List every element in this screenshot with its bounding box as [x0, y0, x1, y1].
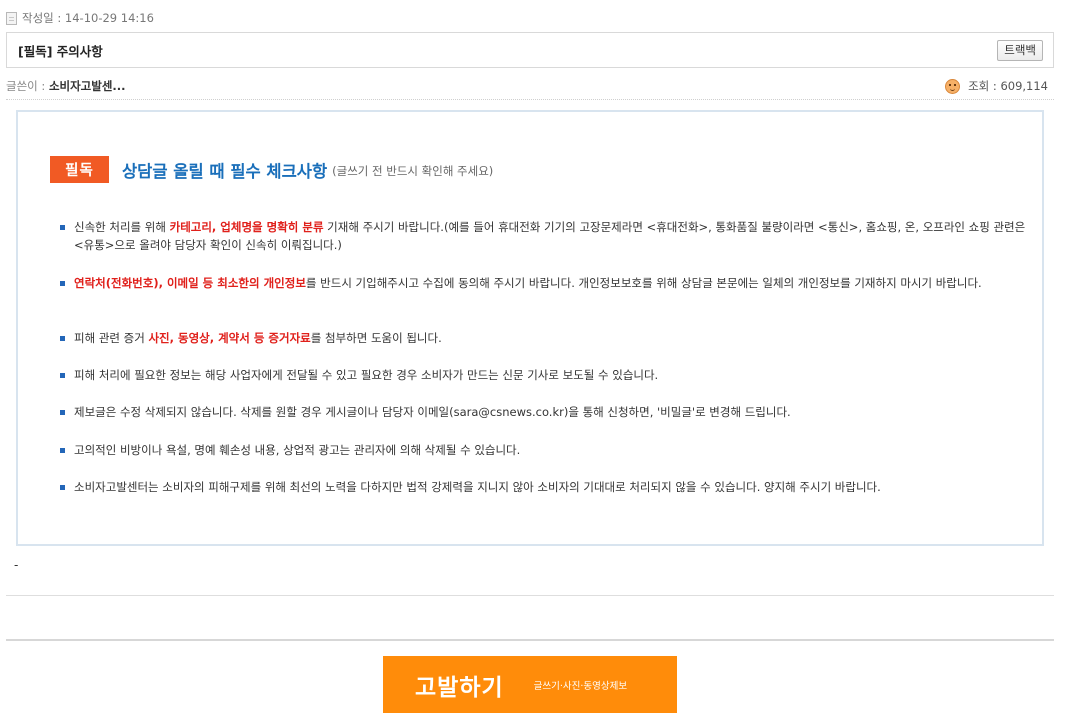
notice-rule: 연락처(전화번호), 이메일 등 최소한의 개인정보를 반드시 기입해주시고 수… [60, 274, 1032, 329]
notice-header: 필독 상담글 올릴 때 필수 체크사항 (글쓰기 전 반드시 확인해 주세요) [50, 156, 493, 183]
notice-rule: 고의적인 비방이나 욕설, 명예 훼손성 내용, 상업적 광고는 관리자에 의해… [60, 441, 1032, 478]
post-date: 작성일 : 14-10-29 14:16 [6, 9, 154, 27]
must-read-badge: 필독 [50, 156, 109, 183]
rule-text: 를 반드시 기입해주시고 수집에 동의해 주시기 바랍니다. 개인정보보호를 위… [305, 276, 982, 290]
bullet-square-icon [60, 410, 65, 415]
notice-title: 상담글 올릴 때 필수 체크사항 [122, 161, 328, 181]
bullet-square-icon [60, 373, 65, 378]
rule-highlight: 사진, 동영상, 계약서 등 증거자료 [148, 331, 311, 345]
rule-text: 신속한 처리를 위해 [74, 220, 170, 234]
notice-rule-list: 신속한 처리를 위해 카테고리, 업체명을 명확히 분류 기재해 주시기 바랍니… [60, 218, 1032, 498]
rule-text: 피해 관련 증거 [74, 331, 149, 345]
views-label: 조회 : 609,114 [968, 79, 1048, 93]
rule-text: 제보글은 수정 삭제되지 않습니다. 삭제를 원할 경우 게시글이나 담당자 이… [74, 405, 791, 419]
post-date-label: 작성일 : 14-10-29 14:16 [22, 11, 154, 25]
author-name[interactable]: 소비자고발센... [49, 79, 126, 93]
rule-text: 피해 처리에 필요한 정보는 해당 사업자에게 전달될 수 있고 필요한 경우 … [74, 368, 659, 382]
report-button[interactable]: 고발하기 글쓰기·사진·동영상제보 [383, 656, 677, 713]
view-count: 조회 : 609,114 [945, 78, 1048, 94]
notice-rule: 소비자고발센터는 소비자의 피해구제를 위해 최선의 노력을 다하지만 법적 강… [60, 478, 1032, 498]
rule-text: 소비자고발센터는 소비자의 피해구제를 위해 최선의 노력을 다하지만 법적 강… [74, 480, 881, 494]
rule-highlight: 연락처(전화번호), 이메일 등 최소한의 개인정보 [74, 276, 306, 290]
trackback-button[interactable]: 트랙백 [997, 39, 1043, 61]
author-label: 글쓴이 : [6, 79, 49, 93]
notice-subtitle: (글쓰기 전 반드시 확인해 주세요) [332, 164, 494, 178]
face-icon [945, 78, 961, 94]
footer-divider [6, 639, 1054, 641]
bullet-square-icon [60, 448, 65, 453]
post-body-dash: - [14, 558, 19, 572]
notice-box: 필독 상담글 올릴 때 필수 체크사항 (글쓰기 전 반드시 확인해 주세요) … [16, 110, 1044, 546]
report-button-sub: 글쓰기·사진·동영상제보 [533, 680, 628, 692]
notice-rule: 피해 관련 증거 사진, 동영상, 계약서 등 증거자료를 첨부하면 도움이 됩… [60, 329, 1032, 366]
report-button-label: 고발하기 [415, 674, 504, 701]
bullet-square-icon [60, 281, 65, 286]
content-divider [6, 595, 1054, 596]
post-title: [필독] 주의사항 [18, 43, 103, 59]
notice-rule: 피해 처리에 필요한 정보는 해당 사업자에게 전달될 수 있고 필요한 경우 … [60, 366, 1032, 403]
notice-rule: 신속한 처리를 위해 카테고리, 업체명을 명확히 분류 기재해 주시기 바랍니… [60, 218, 1032, 274]
post-title-bar: [필독] 주의사항 트랙백 [6, 32, 1054, 68]
notice-rule: 제보글은 수정 삭제되지 않습니다. 삭제를 원할 경우 게시글이나 담당자 이… [60, 403, 1032, 441]
post-meta: 글쓴이 : 소비자고발센... 조회 : 609,114 [6, 76, 1048, 96]
rule-text: 를 첨부하면 도움이 됩니다. [310, 331, 442, 345]
bullet-square-icon [60, 225, 65, 230]
author-info: 글쓴이 : 소비자고발센... [6, 78, 126, 94]
meta-divider [6, 99, 1054, 100]
bullet-square-icon [60, 485, 65, 490]
document-icon [6, 11, 17, 25]
rule-text: 고의적인 비방이나 욕설, 명예 훼손성 내용, 상업적 광고는 관리자에 의해… [74, 443, 521, 457]
bullet-square-icon [60, 336, 65, 341]
rule-highlight: 카테고리, 업체명을 명확히 분류 [169, 220, 324, 234]
